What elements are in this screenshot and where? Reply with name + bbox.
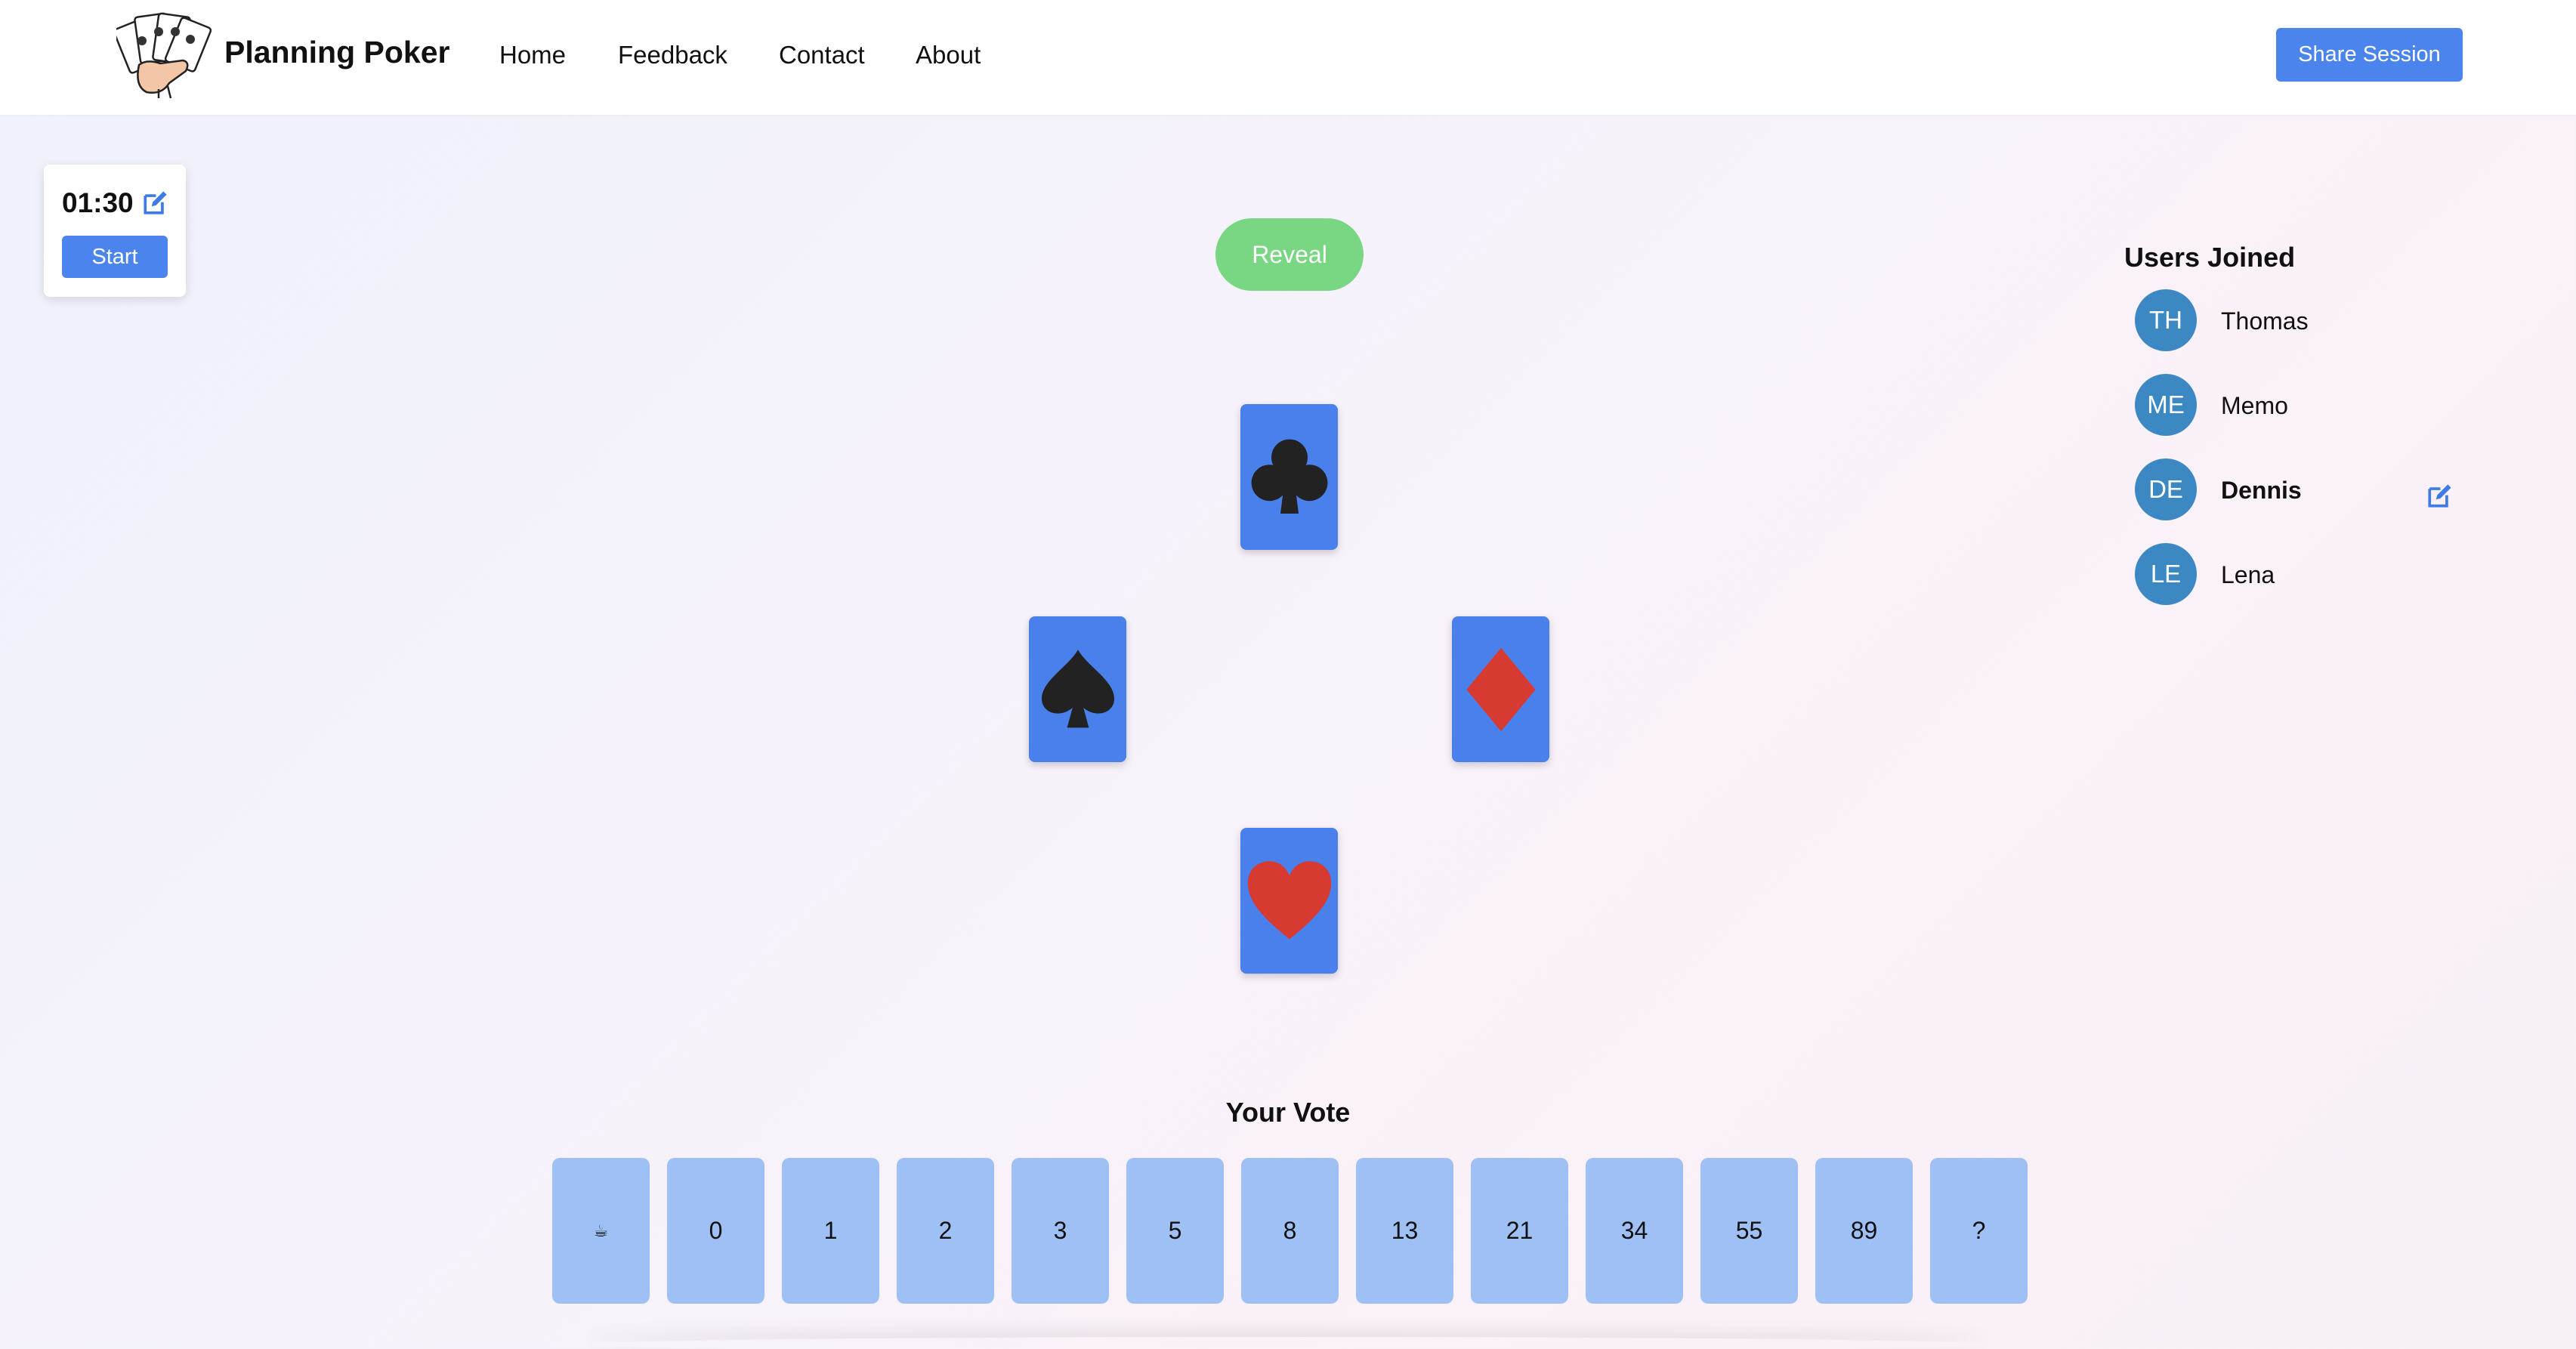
vote-card[interactable]: 55 [1700, 1158, 1798, 1304]
nav-about[interactable]: About [916, 41, 981, 69]
vote-card[interactable]: 13 [1356, 1158, 1453, 1304]
user-row: TH Thomas [2135, 289, 2460, 351]
timer-start-button[interactable]: Start [62, 236, 168, 278]
users-joined-title: Users Joined [2124, 242, 2296, 273]
avatar: TH [2135, 289, 2197, 351]
timer-display: 01:30 [62, 187, 134, 218]
edit-name-icon[interactable] [2426, 483, 2452, 509]
user-name: Thomas [2221, 307, 2309, 335]
nav-contact[interactable]: Contact [779, 41, 865, 69]
played-card-spade [1029, 616, 1126, 762]
edit-timer-icon[interactable] [142, 190, 168, 216]
played-card-diamond [1452, 616, 1549, 762]
avatar: ME [2135, 374, 2197, 436]
vote-card[interactable]: 5 [1126, 1158, 1224, 1304]
user-name: Dennis [2221, 477, 2302, 504]
diamond-icon [1466, 647, 1536, 731]
avatar: DE [2135, 458, 2197, 520]
vote-card[interactable]: 0 [667, 1158, 764, 1304]
vote-card[interactable]: 2 [897, 1158, 994, 1304]
vote-area-shadow [589, 1337, 1987, 1349]
avatar: LE [2135, 543, 2197, 605]
brand-title: Planning Poker [224, 35, 450, 69]
vote-card[interactable]: 1 [782, 1158, 879, 1304]
heart-icon [1247, 860, 1331, 939]
played-card-club [1240, 404, 1338, 550]
top-navbar: Planning Poker Home Feedback Contact Abo… [0, 0, 2576, 116]
vote-card-coffee[interactable]: ☕ [552, 1158, 650, 1304]
user-name: Memo [2221, 392, 2288, 419]
user-name: Lena [2221, 561, 2275, 588]
spade-icon [1041, 649, 1114, 727]
your-vote-title: Your Vote [1225, 1097, 1351, 1128]
vote-card[interactable]: 8 [1241, 1158, 1339, 1304]
reveal-button[interactable]: Reveal [1215, 218, 1364, 291]
vote-card[interactable]: 34 [1586, 1158, 1683, 1304]
coffee-icon: ☕ [593, 1221, 609, 1240]
user-row: LE Lena [2135, 543, 2460, 605]
vote-card[interactable]: ? [1930, 1158, 2028, 1304]
user-row-current: DE Dennis [2135, 458, 2460, 520]
played-card-heart [1240, 828, 1338, 974]
nav-home[interactable]: Home [499, 41, 566, 69]
share-session-button[interactable]: Share Session [2276, 28, 2463, 82]
timer-widget: 01:30 Start [44, 165, 186, 297]
vote-card[interactable]: 3 [1012, 1158, 1109, 1304]
vote-card[interactable]: 21 [1471, 1158, 1568, 1304]
nav-feedback[interactable]: Feedback [618, 41, 727, 69]
playing-cards-hand-logo[interactable] [116, 11, 212, 100]
user-row: ME Memo [2135, 374, 2460, 436]
vote-card[interactable]: 89 [1815, 1158, 1913, 1304]
club-icon [1251, 439, 1327, 514]
